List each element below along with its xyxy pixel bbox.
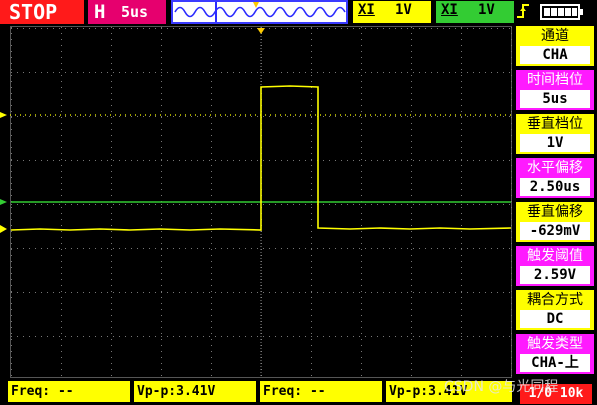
ch2-coupling: XI [441,2,458,18]
measurement-vpp-1: Vp-p:3.41V [134,381,256,402]
menu-item-5[interactable]: 触发阈值 2.59V [516,246,594,286]
menu-item-value: 2.59V [520,266,590,284]
waveform-overview[interactable] [171,0,348,24]
menu-item-label: 水平偏移 [516,158,594,178]
menu-item-1[interactable]: 时间档位 5us [516,70,594,110]
scope-display [0,27,512,378]
menu-item-label: 时间档位 [516,70,594,90]
menu-item-label: 垂直偏移 [516,202,594,222]
menu-item-3[interactable]: 水平偏移 2.50us [516,158,594,198]
menu-item-value: CHA [520,46,590,64]
menu-item-value: CHA-上 [520,354,590,372]
ch2-offset-marker-icon[interactable] [0,199,7,205]
time-base-value: 5us [121,3,149,21]
menu-item-2[interactable]: 垂直档位 1V [516,114,594,154]
ch1-trace [10,85,512,231]
ch1-volts-indicator[interactable]: XI 1V [353,1,431,23]
run-stop-button[interactable]: STOP [0,0,84,24]
ch1-offset-marker-icon[interactable] [0,225,7,233]
menu-item-7[interactable]: 触发类型 CHA-上 [516,334,594,374]
ch1-volts: 1V [395,2,412,18]
menu-item-label: 触发类型 [516,334,594,354]
menu-item-label: 触发阈值 [516,246,594,266]
ch2-volts: 1V [478,2,495,18]
menu-item-label: 通道 [516,26,594,46]
ch1-coupling: XI [358,2,375,18]
menu-item-4[interactable]: 垂直偏移 -629mV [516,202,594,242]
menu-item-label: 垂直档位 [516,114,594,134]
measurement-freq-2: Freq: -- [260,381,382,402]
menu-item-value: DC [520,310,590,328]
horizontal-label: H [94,1,106,23]
trigger-edge-icon [517,4,529,18]
watermark-text: CSDN @与光同程 [444,379,559,395]
overview-sine-icon [174,2,346,22]
menu-item-value: 5us [520,90,590,108]
measurement-freq-1: Freq: -- [8,381,130,402]
menu-item-label: 耦合方式 [516,290,594,310]
menu-item-value: 2.50us [520,178,590,196]
trigger-position-icon[interactable] [257,28,265,34]
menu-item-6[interactable]: 耦合方式 DC [516,290,594,330]
horizontal-scale-indicator[interactable]: H 5us [88,0,166,24]
trigger-level-marker-icon[interactable] [0,112,7,118]
menu-item-0[interactable]: 通道 CHA [516,26,594,66]
menu-item-value: 1V [520,134,590,152]
ch2-volts-indicator[interactable]: XI 1V [436,1,514,23]
battery-icon [540,4,583,20]
menu-item-value: -629mV [520,222,590,240]
